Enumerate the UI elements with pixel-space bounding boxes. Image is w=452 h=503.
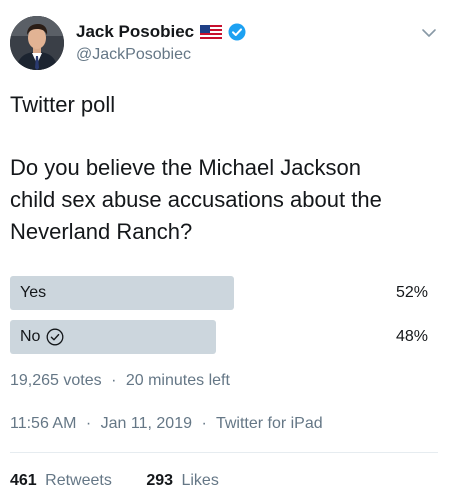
likes-label: Likes — [181, 472, 219, 489]
chevron-down-icon[interactable] — [420, 24, 438, 42]
divider — [10, 452, 438, 453]
tweet-text-line: child sex abuse accusations about the — [10, 187, 382, 212]
poll-summary: 19,265 votes · 20 minutes left — [10, 372, 230, 390]
author-name-row: Jack Posobiec — [76, 21, 246, 43]
us-flag-icon — [200, 25, 223, 39]
likes-stat[interactable]: 293 Likes — [146, 472, 219, 489]
tweet-text-line: Twitter poll — [10, 92, 116, 117]
poll-option-yes[interactable]: Yes 52% — [10, 276, 430, 310]
tweet-text-line: Neverland Ranch? — [10, 219, 193, 244]
engagement-stats: 461 Retweets 293 Likes — [10, 472, 219, 490]
avatar-portrait-icon — [10, 16, 64, 70]
tweet-date[interactable]: Jan 11, 2019 — [101, 415, 192, 432]
poll-option-no[interactable]: No 48% — [10, 320, 430, 354]
display-name[interactable]: Jack Posobiec — [76, 22, 194, 42]
likes-count: 293 — [146, 472, 174, 489]
poll-option-label: Yes — [20, 276, 46, 310]
poll-option-percent: 48% — [395, 328, 428, 345]
poll-option-text: Yes — [20, 284, 47, 301]
poll: Yes 52% No 48% — [10, 276, 430, 364]
tweet-text-line: Do you believe the Michael Jackson — [10, 155, 361, 180]
time-left: 20 minutes left — [125, 372, 230, 389]
separator: · — [85, 415, 92, 432]
verified-badge-icon — [228, 23, 246, 41]
separator: · — [201, 415, 207, 432]
vote-count: 19,265 votes — [10, 372, 102, 389]
poll-option-label: No — [20, 320, 64, 354]
handle[interactable]: @JackPosobiec — [76, 46, 191, 64]
separator: · — [111, 372, 117, 389]
tweet-time[interactable]: 11:56 AM — [10, 415, 76, 432]
tweet-card: Jack Posobiec @JackPosobiec Twitter poll… — [0, 0, 452, 503]
avatar[interactable] — [10, 16, 64, 70]
selected-check-icon — [46, 328, 64, 346]
tweet-source[interactable]: Twitter for iPad — [216, 415, 323, 432]
poll-option-text: No — [20, 328, 41, 345]
retweets-count: 461 — [10, 472, 37, 489]
tweet-timestamp-row: 11:56 AM · Jan 11, 2019 · Twitter for iP… — [10, 415, 323, 433]
retweets-stat[interactable]: 461 Retweets — [10, 472, 116, 489]
poll-option-percent: 52% — [395, 284, 428, 301]
retweets-label: Retweets — [45, 472, 112, 489]
